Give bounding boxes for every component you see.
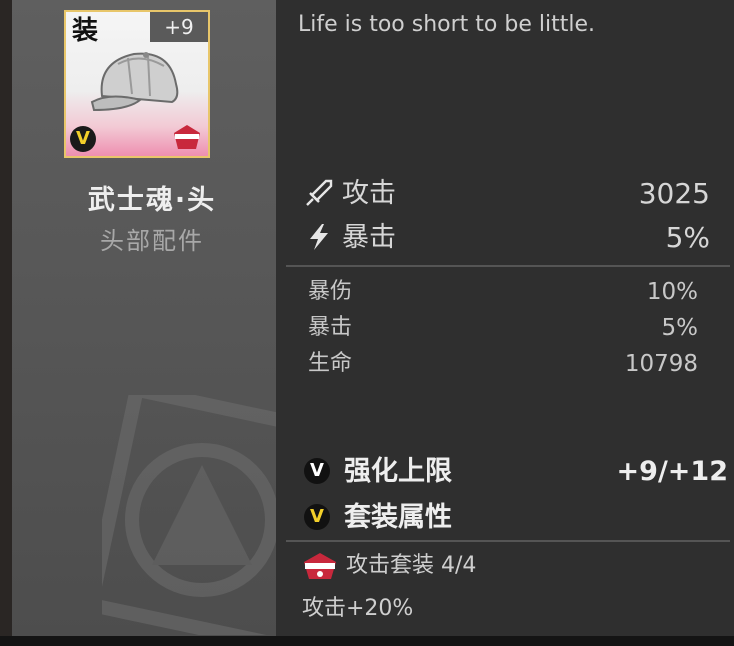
sub-stat-value: 10% bbox=[646, 279, 698, 305]
item-details-panel: Life is too short to be little. 攻击 3025 … bbox=[276, 0, 734, 636]
sword-icon bbox=[306, 179, 333, 206]
item-preview-panel: 装 +9 V 武士魂·头 头部配件 bbox=[12, 0, 276, 636]
attack-set-icon bbox=[304, 553, 336, 579]
sub-stat-row: 生命 10798 bbox=[308, 347, 698, 381]
faction-emblem-icon bbox=[102, 395, 276, 635]
item-level-badge: +9 bbox=[150, 12, 208, 42]
cap-icon bbox=[90, 52, 179, 112]
sub-stat-label: 暴伤 bbox=[308, 279, 353, 304]
main-stat-value: 3025 bbox=[638, 177, 710, 210]
main-stat-attack: 攻击 3025 bbox=[304, 174, 710, 214]
background-edge bbox=[0, 0, 12, 646]
item-name: 武士魂·头 bbox=[87, 185, 217, 216]
enhance-limit-value: +9/+12 bbox=[616, 456, 728, 487]
lightning-icon bbox=[310, 224, 328, 250]
sub-stat-row: 暴伤 10% bbox=[308, 275, 698, 309]
rarity-badge: V bbox=[70, 126, 96, 152]
set-attribute-row: V 套装属性 bbox=[304, 498, 704, 538]
background-bottom bbox=[0, 636, 734, 646]
flavor-text: Life is too short to be little. bbox=[298, 12, 595, 37]
stats-divider bbox=[286, 265, 730, 267]
sub-stat-value: 10798 bbox=[624, 351, 698, 377]
main-stat-value: 5% bbox=[665, 221, 710, 254]
item-card[interactable]: 装 +9 V bbox=[64, 10, 210, 158]
item-type: 头部配件 bbox=[100, 227, 204, 255]
set-effect-label: 攻击套装 4/4 bbox=[346, 553, 477, 578]
set-bonus-text: 攻击+20% bbox=[302, 596, 414, 621]
v-badge-icon: V bbox=[304, 458, 330, 484]
sub-stat-label: 暴击 bbox=[308, 315, 353, 340]
attack-set-logo-icon bbox=[174, 125, 200, 149]
enhance-limit-label: 强化上限 bbox=[344, 456, 452, 487]
sub-stat-value: 5% bbox=[661, 315, 699, 341]
main-stat-crit: 暴击 5% bbox=[304, 218, 710, 258]
sub-stat-label: 生命 bbox=[308, 351, 353, 376]
main-stat-label: 暴击 bbox=[342, 222, 396, 253]
enhance-limit-row: V 强化上限 +9/+12 bbox=[304, 452, 728, 492]
set-divider bbox=[286, 540, 730, 542]
main-stat-label: 攻击 bbox=[342, 178, 396, 209]
sub-stat-row: 暴击 5% bbox=[308, 311, 698, 345]
equip-tag: 装 bbox=[71, 16, 98, 46]
set-attribute-label: 套装属性 bbox=[344, 502, 452, 533]
v-badge-icon: V bbox=[304, 504, 330, 530]
